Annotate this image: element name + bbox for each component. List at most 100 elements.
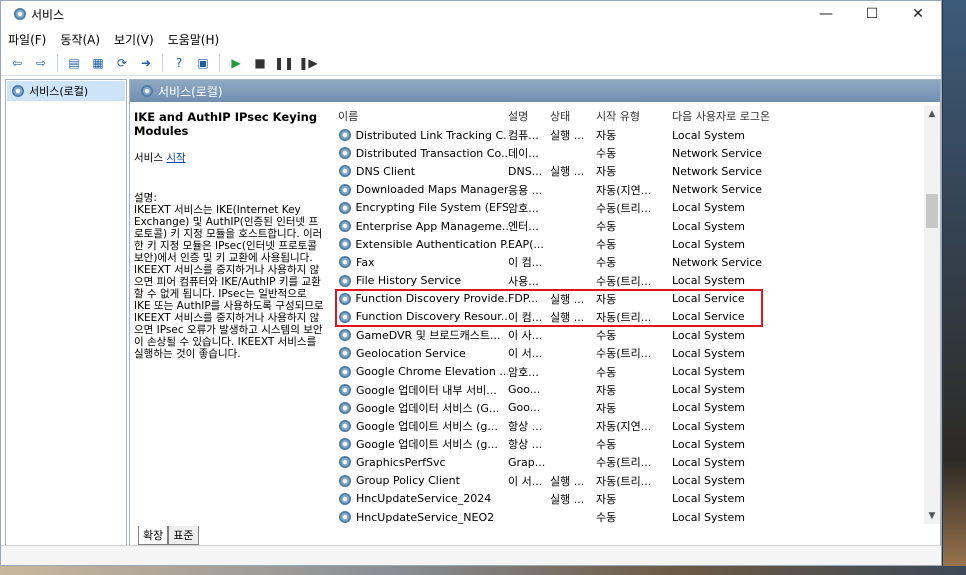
table-row[interactable]: HncUpdateService_2024 실행 ... 자동 Local Syste… xyxy=(336,490,936,508)
column-header-status[interactable]: 상태 xyxy=(550,108,596,124)
table-row[interactable]: Function Discovery Provide... FDP... 실행 ..… xyxy=(336,290,936,308)
back-icon[interactable]: ⇦ xyxy=(7,53,27,73)
table-row[interactable]: Geolocation Service 이 서... 수동(트리... Local S… xyxy=(336,344,936,362)
table-row[interactable]: Distributed Transaction Co... 데이... 수동 Netw… xyxy=(336,144,936,162)
service-name-cell: DNS Client xyxy=(336,164,508,178)
forward-icon[interactable]: ⇨ xyxy=(31,53,51,73)
service-name: Distributed Link Tracking C... xyxy=(355,128,509,142)
tree-item-services-local[interactable]: 서비스(로컬) xyxy=(7,81,125,101)
tab-extended[interactable]: 확장 xyxy=(138,526,169,545)
service-gear-icon xyxy=(338,510,352,524)
table-row[interactable]: Enterprise App Manageme... 엔터... 수동 Local S… xyxy=(336,217,936,235)
service-name: HncUpdateService_NEO2 xyxy=(356,510,495,524)
menu-help[interactable]: 도움말(H) xyxy=(161,31,227,48)
restart-icon[interactable]: ❚▶ xyxy=(298,53,318,73)
table-row[interactable]: Fax 이 컴... 수동 Network Service xyxy=(336,253,936,271)
column-header-description[interactable]: 설명 xyxy=(508,108,550,124)
service-name: Google 업데이터 내부 서비... xyxy=(356,383,497,397)
service-name-cell: Google 업데이트 서비스 (g... xyxy=(336,418,508,434)
table-row[interactable]: Group Policy Client 이 서... 실행 ... 자동(트리... L… xyxy=(336,472,936,490)
service-description-cell: Goo... xyxy=(508,383,541,397)
menu-view[interactable]: 보기(V) xyxy=(107,31,161,48)
export-icon[interactable]: ➜ xyxy=(136,53,156,73)
service-description-cell: FDP... xyxy=(508,292,539,306)
vertical-scrollbar[interactable]: ▲ ▼ xyxy=(924,106,940,524)
service-name: GameDVR 및 브로드캐스트... xyxy=(356,329,501,343)
service-name-cell: Google 업데이트 서비스 (g... xyxy=(336,436,508,452)
start-icon[interactable]: ▶ xyxy=(226,53,246,73)
table-row[interactable]: Google 업데이트 서비스 (g... 항상 ... 수동 Local Syste… xyxy=(336,435,936,453)
menu-action[interactable]: 동작(A) xyxy=(53,31,107,48)
scroll-up-icon[interactable]: ▲ xyxy=(924,106,940,122)
scroll-thumb[interactable] xyxy=(926,194,938,228)
service-logon-cell: Local System xyxy=(672,383,746,397)
service-gear-icon xyxy=(338,292,352,306)
service-description-cell: EAP(... xyxy=(508,237,544,251)
table-row[interactable]: Extensible Authentication P... EAP(... 수동 L… xyxy=(336,235,936,253)
service-name: GraphicsPerfSvc xyxy=(356,455,446,469)
service-status-cell: 실행 ... xyxy=(550,292,585,306)
service-logon-cell: Local System xyxy=(672,419,746,433)
table-row[interactable]: DNS Client DNS... 실행 ... 자동 Network Service xyxy=(336,162,936,180)
column-header-name[interactable]: 이름 ^ xyxy=(336,108,508,124)
console-icon[interactable]: ▣ xyxy=(193,53,213,73)
table-row[interactable]: Function Discovery Resour... 이 컴... 실행 ...… xyxy=(336,308,936,326)
service-gear-icon xyxy=(338,164,352,178)
service-status-cell: 실행 ... xyxy=(550,492,585,506)
gear-icon xyxy=(140,84,154,98)
column-header-startup-type[interactable]: 시작 유형 xyxy=(596,108,672,124)
start-service-link[interactable]: 시작 xyxy=(166,152,185,164)
table-row[interactable]: HncUpdateService_NEO2 수동 Local System xyxy=(336,508,936,526)
table-row[interactable]: Downloaded Maps Manager 응용 ... 자동(지연... Net… xyxy=(336,181,936,199)
table-row[interactable]: Encrypting File System (EFS) 암호... 수동(트리..… xyxy=(336,199,936,217)
maximize-button[interactable]: ☐ xyxy=(849,1,895,27)
service-name-cell: Google 업데이터 내부 서비... xyxy=(336,382,508,398)
table-row[interactable]: GameDVR 및 브로드캐스트... 이 사... 수동 Local System xyxy=(336,326,936,344)
service-startup-cell: 자동 xyxy=(596,292,617,306)
service-gear-icon xyxy=(338,455,352,469)
service-logon-cell: Network Service xyxy=(672,255,763,269)
stop-icon[interactable]: ■ xyxy=(250,53,270,73)
pane-header-title: 서비스(로컬) xyxy=(158,84,223,99)
service-description-cell: DNS... xyxy=(508,164,543,178)
scroll-down-icon[interactable]: ▼ xyxy=(924,508,940,524)
close-button[interactable]: ✕ xyxy=(895,1,941,27)
service-description-cell: Grap... xyxy=(508,455,546,469)
desktop-background xyxy=(943,0,966,575)
table-row[interactable]: Google 업데이트 서비스 (g... 항상 ... 자동(지연... Local… xyxy=(336,417,936,435)
service-logon-cell: Local System xyxy=(672,274,746,288)
tab-standard[interactable]: 표준 xyxy=(168,526,199,545)
service-gear-icon xyxy=(338,310,352,324)
service-gear-icon xyxy=(338,419,352,433)
properties-icon[interactable]: ▦ xyxy=(88,53,108,73)
service-name-cell: Fax xyxy=(336,255,508,269)
help-icon[interactable]: ? xyxy=(169,53,189,73)
minimize-button[interactable]: — xyxy=(803,1,849,27)
title-bar[interactable]: 서비스 — ☐ ✕ xyxy=(1,1,941,27)
service-name: Function Discovery Provide... xyxy=(355,292,508,306)
service-name: Google Chrome Elevation ... xyxy=(355,365,508,379)
service-name: File History Service xyxy=(356,274,462,288)
menu-file[interactable]: 파일(F) xyxy=(1,31,53,48)
refresh-icon[interactable]: ⟳ xyxy=(112,53,132,73)
services-list: 이름 ^ 설명 상태 시작 유형 다음 사용자로 로그온 Distributed… xyxy=(336,106,936,524)
column-header-log-on-as[interactable]: 다음 사용자로 로그온 xyxy=(672,108,802,124)
service-name: Function Discovery Resour... xyxy=(355,310,508,324)
show-tree-icon[interactable]: ▤ xyxy=(64,53,84,73)
service-name: Enterprise App Manageme... xyxy=(355,219,508,233)
table-row[interactable]: File History Service 사용... 수동(트리... Local S… xyxy=(336,272,936,290)
table-row[interactable]: Distributed Link Tracking C... 컴퓨... 실행 ..… xyxy=(336,126,936,144)
service-description-cell: 이 서... xyxy=(508,474,543,488)
table-row[interactable]: Google 업데이터 서비스 (G... Goo... 자동 Local Syste… xyxy=(336,399,936,417)
pause-icon[interactable]: ❚❚ xyxy=(274,53,294,73)
table-row[interactable]: Google Chrome Elevation ... 암호... 수동 Local … xyxy=(336,362,936,380)
table-row[interactable]: GraphicsPerfSvc Grap... 수동(트리... Local Syst… xyxy=(336,453,936,471)
service-logon-cell: Local System xyxy=(672,492,746,506)
service-description-cell: 항상 ... xyxy=(508,438,543,452)
status-bar xyxy=(1,545,941,565)
service-gear-icon xyxy=(338,401,352,415)
table-row[interactable]: Google 업데이터 내부 서비... Goo... 자동 Local System xyxy=(336,381,936,399)
service-description: IKEEXT 서비스는 IKE(Internet Key Exchange) 및… xyxy=(134,204,324,360)
service-description-cell: 사용... xyxy=(508,274,539,288)
service-startup-cell: 수동 xyxy=(596,220,617,234)
